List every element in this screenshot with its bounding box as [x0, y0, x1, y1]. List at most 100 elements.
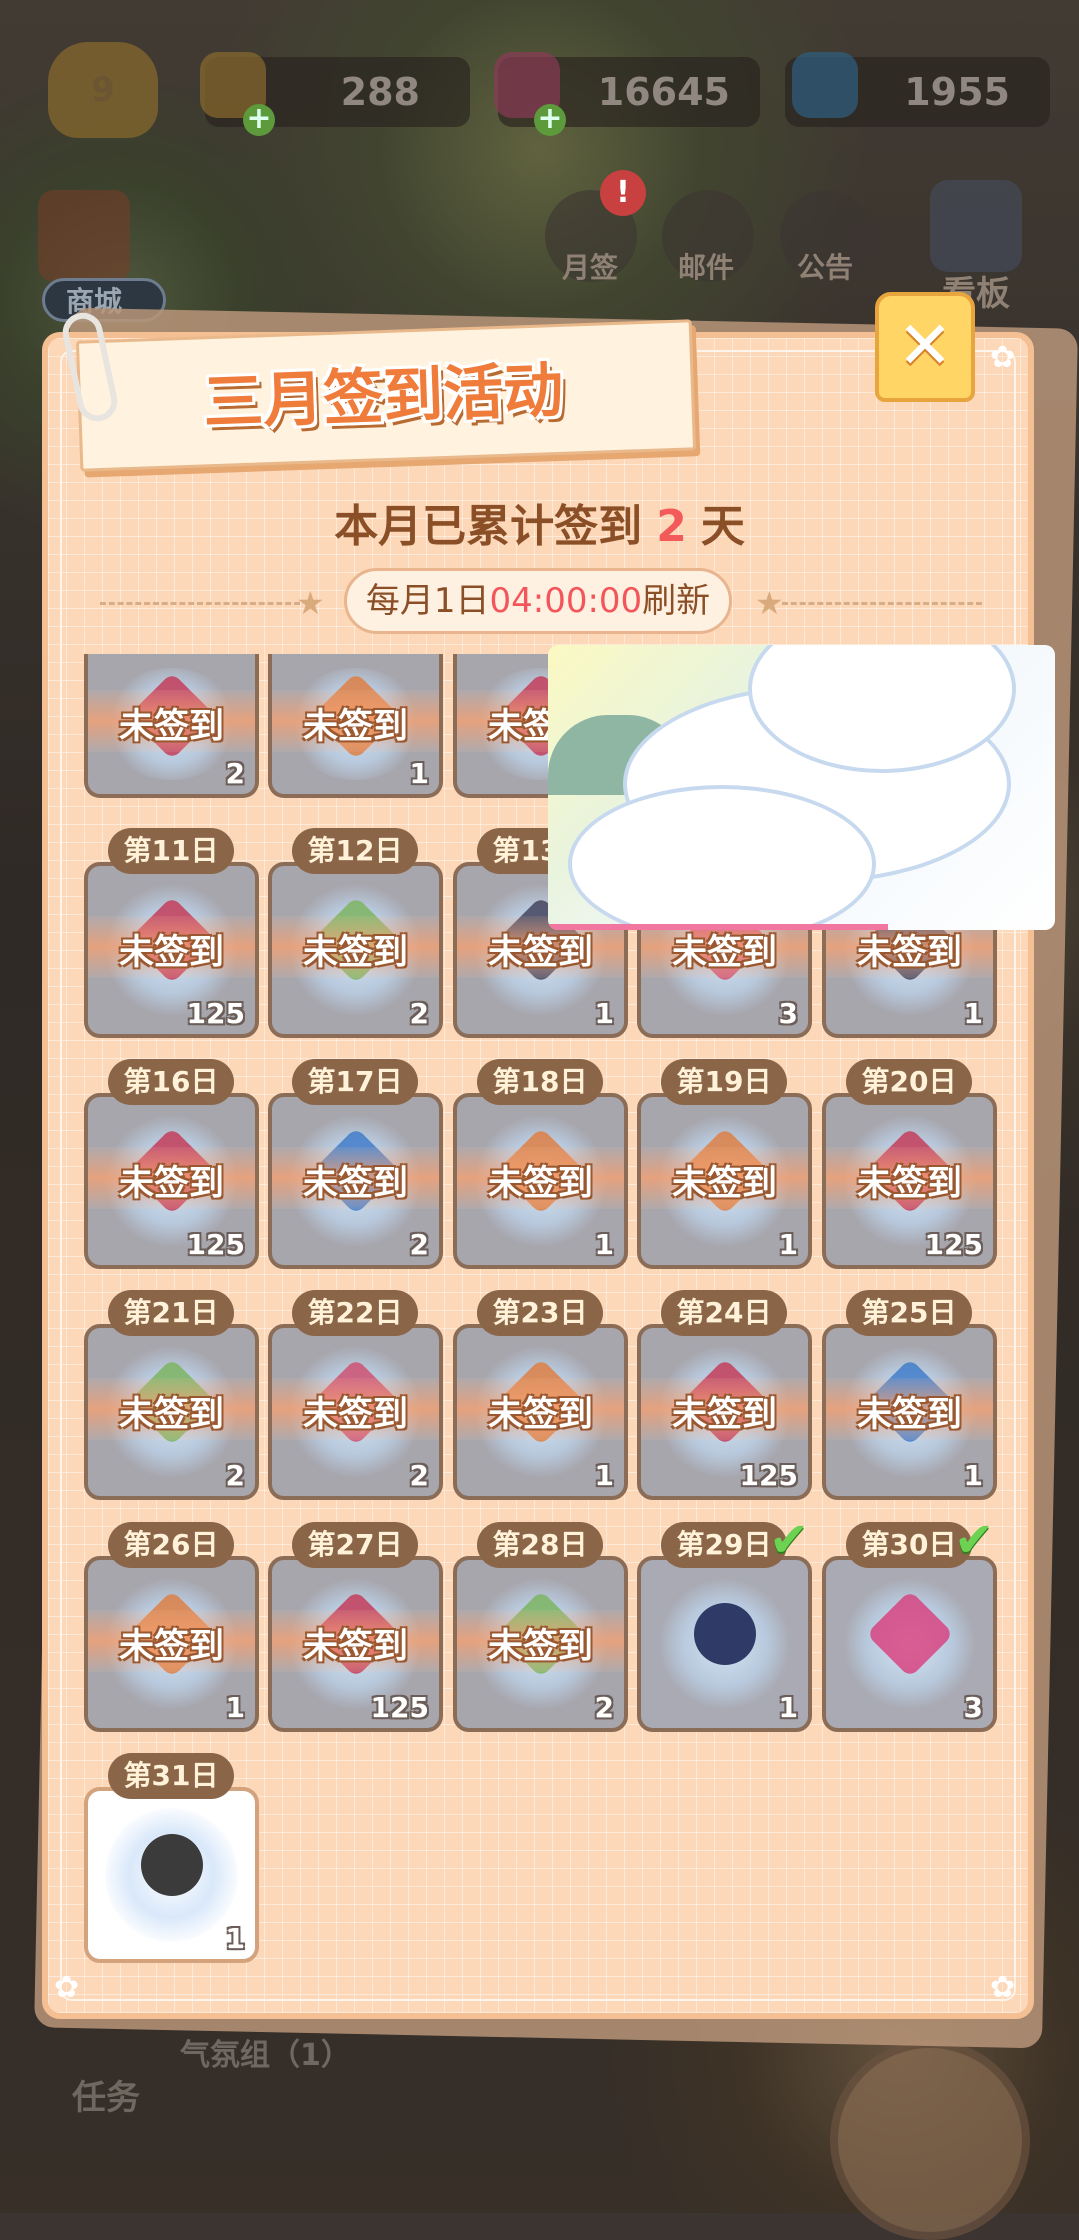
- divider-right: [782, 602, 982, 605]
- reward-quantity: 125: [186, 997, 245, 1030]
- reward-quantity: 1: [778, 1691, 798, 1724]
- reward-cell[interactable]: 未签到 2: [268, 1324, 443, 1500]
- status-label: 未签到: [487, 1395, 593, 1435]
- level-number: 9: [91, 70, 115, 110]
- reward-quantity: 125: [924, 1228, 983, 1261]
- close-icon: ✕: [897, 307, 953, 384]
- reward-quantity: 1: [225, 1922, 245, 1955]
- divider-left: [100, 602, 300, 605]
- reward-quantity: 3: [963, 1691, 983, 1724]
- reward-cell[interactable]: 1: [637, 1556, 812, 1732]
- day-label: 第20日: [846, 1059, 972, 1105]
- reward-cell[interactable]: 未签到 1: [84, 1556, 259, 1732]
- reward-quantity: 1: [594, 1459, 614, 1492]
- day-label: 第18日: [477, 1059, 603, 1105]
- paw-corner-icon: ✿: [54, 1970, 80, 2005]
- summary-suffix: 天: [700, 501, 745, 552]
- day-label: 第21日: [108, 1290, 234, 1336]
- reward-cell[interactable]: 未签到 125: [822, 1093, 997, 1269]
- add-bells-icon[interactable]: +: [243, 104, 275, 136]
- star-icon: ★: [296, 584, 325, 622]
- checkin-summary: 本月已累计签到 2 天: [0, 490, 1079, 554]
- day-label: 第12日: [292, 828, 418, 874]
- reward-quantity: 125: [739, 1459, 798, 1492]
- reward-quantity: 1: [963, 997, 983, 1030]
- reward-quantity: 125: [370, 1691, 429, 1724]
- status-label: 未签到: [118, 707, 224, 747]
- summary-count: 2: [656, 501, 687, 552]
- day-label: 第19日: [661, 1059, 787, 1105]
- reward-cell[interactable]: 未签到 1: [268, 654, 443, 798]
- board-button[interactable]: [930, 180, 1022, 272]
- reward-cell[interactable]: 未签到 125: [84, 1093, 259, 1269]
- status-label: 未签到: [856, 1164, 962, 1204]
- reward-cell[interactable]: 未签到 2: [268, 862, 443, 1038]
- reward-quantity: 1: [225, 1691, 245, 1724]
- reward-cell[interactable]: 未签到 125: [637, 1324, 812, 1500]
- clock-icon: [830, 2040, 1030, 2240]
- checkin-label: 月签: [562, 251, 619, 284]
- day-label: 第22日: [292, 1290, 418, 1336]
- reward-quantity: 2: [409, 1228, 429, 1261]
- cloud-image: [568, 785, 876, 930]
- paw-corner-icon: ✿: [990, 1970, 1016, 2005]
- reward-quantity: 2: [409, 1459, 429, 1492]
- mail-label: 邮件: [678, 251, 735, 284]
- add-gems-icon[interactable]: +: [534, 104, 566, 136]
- reward-quantity: 2: [594, 1691, 614, 1724]
- status-label: 未签到: [118, 1164, 224, 1204]
- status-label: 未签到: [671, 1164, 777, 1204]
- notice-label: 公告: [797, 251, 854, 284]
- refresh-info: 每月1日04:00:00刷新: [344, 568, 732, 634]
- refresh-suffix: 刷新: [642, 581, 711, 621]
- loading-popup[interactable]: [548, 645, 1055, 930]
- checkmark-icon: ✔: [769, 1512, 810, 1568]
- reward-cell[interactable]: 未签到 1: [453, 1324, 628, 1500]
- reward-cell[interactable]: 未签到 125: [84, 862, 259, 1038]
- day-label: 第11日: [108, 828, 234, 874]
- paw-corner-icon: ✿: [990, 340, 1016, 375]
- reward-quantity: 2: [225, 757, 245, 790]
- reward-cell[interactable]: 未签到 2: [84, 1324, 259, 1500]
- reward-cell[interactable]: 未签到 1: [637, 1093, 812, 1269]
- reward-quantity: 1: [409, 757, 429, 790]
- refresh-time: 04:00:00: [489, 581, 643, 621]
- checkmark-icon: ✔: [954, 1512, 995, 1568]
- reward-cell[interactable]: 未签到 2: [268, 1093, 443, 1269]
- status-label: 未签到: [302, 1164, 408, 1204]
- snowflakes-value: 1955: [904, 70, 1010, 114]
- day-label: 第23日: [477, 1290, 603, 1336]
- reward-cell[interactable]: 未签到 1: [453, 1093, 628, 1269]
- status-label: 未签到: [856, 1395, 962, 1435]
- reward-cell[interactable]: 未签到 125: [268, 1556, 443, 1732]
- task-label[interactable]: 任务: [72, 2070, 140, 2119]
- gems-value: 16645: [597, 70, 730, 114]
- reward-quantity: 125: [186, 1228, 245, 1261]
- day-label: 第27日: [292, 1522, 418, 1568]
- reward-cell[interactable]: 3: [822, 1556, 997, 1732]
- status-label: 未签到: [487, 1627, 593, 1667]
- close-button[interactable]: ✕: [875, 292, 975, 402]
- status-label: 未签到: [118, 1627, 224, 1667]
- alert-badge-icon: !: [600, 170, 646, 216]
- reward-cell[interactable]: 未签到 1: [822, 1324, 997, 1500]
- reward-quantity: 1: [963, 1459, 983, 1492]
- summary-prefix: 本月已累计签到: [334, 501, 643, 552]
- status-label: 未签到: [302, 1627, 408, 1667]
- reward-quantity: 1: [778, 1228, 798, 1261]
- status-label: 未签到: [856, 933, 962, 973]
- refresh-prefix: 每月1日: [365, 581, 490, 621]
- status-label: 未签到: [302, 1395, 408, 1435]
- reward-cell[interactable]: 未签到 2: [453, 1556, 628, 1732]
- reward-cell[interactable]: 1: [84, 1787, 259, 1963]
- day-label: 第28日: [477, 1522, 603, 1568]
- snowflake-icon: [792, 52, 858, 118]
- status-label: 未签到: [671, 933, 777, 973]
- status-label: 未签到: [118, 933, 224, 973]
- reward-quantity: 1: [594, 997, 614, 1030]
- reward-cell[interactable]: 未签到 2: [84, 654, 259, 798]
- group-label: 气氛组（1）: [180, 2038, 351, 2073]
- day-label: 第17日: [292, 1059, 418, 1105]
- day-label: 第24日: [661, 1290, 787, 1336]
- shop-button[interactable]: [38, 190, 130, 282]
